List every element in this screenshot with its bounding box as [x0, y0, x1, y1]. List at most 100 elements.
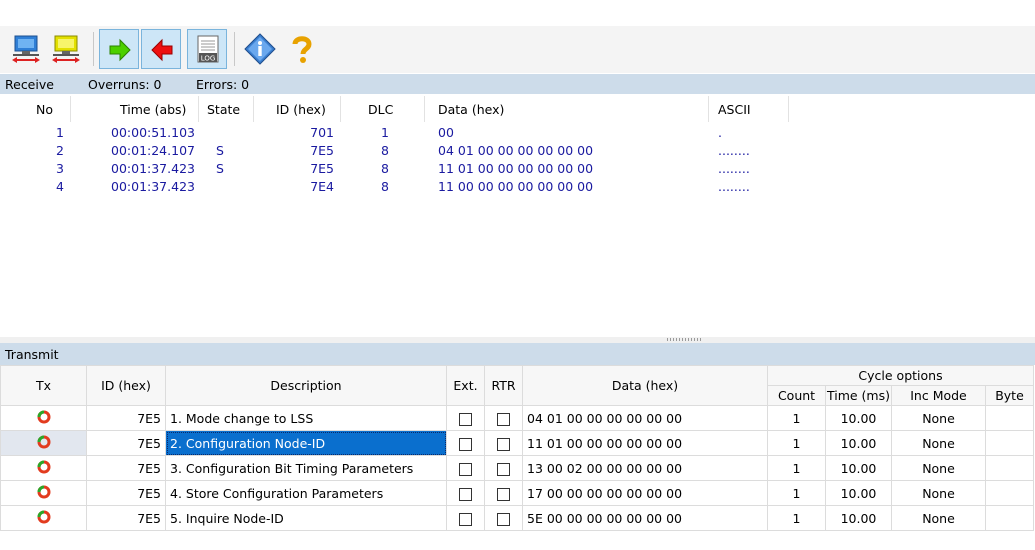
row-dlc: 8	[381, 143, 389, 158]
row-data: 11 01 00 00 00 00 00 00	[438, 161, 594, 176]
tx-cell[interactable]	[0, 405, 87, 431]
receive-row[interactable]: 4 00:01:37.423 7E4 8 11 00 00 00 00 00 0…	[0, 178, 1035, 196]
column-ext[interactable]: Ext.	[446, 365, 485, 406]
row-ascii: ........	[718, 143, 750, 158]
rtr-cell	[484, 430, 523, 456]
transmit-bar: Transmit	[0, 343, 1035, 365]
info-button[interactable]	[240, 29, 280, 69]
splitter-grip[interactable]	[667, 338, 702, 341]
start-send-button[interactable]	[99, 29, 139, 69]
column-byte[interactable]: Byte	[985, 385, 1034, 406]
tx-cell[interactable]	[0, 505, 87, 531]
column-dlc[interactable]: DLC	[368, 102, 393, 117]
receive-row[interactable]: 2 00:01:24.107 S 7E5 8 04 01 00 00 00 00…	[0, 142, 1035, 160]
row-description[interactable]: 2. Configuration Node-ID	[165, 430, 447, 456]
row-count[interactable]: 1	[767, 480, 826, 506]
row-byte[interactable]	[985, 505, 1034, 531]
row-count[interactable]: 1	[767, 505, 826, 531]
row-inc-mode[interactable]: None	[891, 405, 986, 431]
ext-checkbox[interactable]	[459, 487, 472, 501]
row-byte[interactable]	[985, 455, 1034, 481]
ext-cell	[446, 405, 485, 431]
receive-row[interactable]: 1 00:00:51.103 701 1 00 .	[0, 124, 1035, 142]
row-id: 7E5	[86, 505, 166, 531]
column-count[interactable]: Count	[767, 385, 826, 406]
row-count[interactable]: 1	[767, 405, 826, 431]
row-byte[interactable]	[985, 405, 1034, 431]
log-button[interactable]: LOG	[187, 29, 227, 69]
row-inc-mode[interactable]: None	[891, 455, 986, 481]
rtr-checkbox[interactable]	[497, 487, 510, 501]
column-id[interactable]: ID (hex)	[276, 102, 326, 117]
column-time[interactable]: Time (abs)	[120, 102, 186, 117]
tx-cell[interactable]	[0, 480, 87, 506]
row-description[interactable]: 1. Mode change to LSS	[165, 405, 447, 431]
row-byte[interactable]	[985, 430, 1034, 456]
column-time[interactable]: Time (ms)	[825, 385, 892, 406]
column-description[interactable]: Description	[165, 365, 447, 406]
ext-cell	[446, 505, 485, 531]
stop-button[interactable]	[141, 29, 181, 69]
row-count[interactable]: 1	[767, 455, 826, 481]
rtr-cell	[484, 480, 523, 506]
transmit-row[interactable]: 7E5 3. Configuration Bit Timing Paramete…	[0, 455, 1034, 481]
row-no: 1	[56, 125, 64, 140]
send-cycle-icon	[37, 435, 50, 448]
row-state: S	[216, 161, 224, 176]
transmit-row[interactable]: 7E5 1. Mode change to LSS 04 01 00 00 00…	[0, 405, 1034, 431]
tx-cell[interactable]	[0, 430, 87, 456]
column-no[interactable]: No	[36, 102, 53, 117]
row-inc-mode[interactable]: None	[891, 505, 986, 531]
toolbar: LOG	[0, 26, 1035, 73]
row-data[interactable]: 17 00 00 00 00 00 00 00	[522, 480, 768, 506]
tx-cell[interactable]	[0, 455, 87, 481]
column-tx[interactable]: Tx	[0, 365, 87, 406]
ext-checkbox[interactable]	[459, 412, 472, 426]
row-description[interactable]: 3. Configuration Bit Timing Parameters	[165, 455, 447, 481]
row-data[interactable]: 5E 00 00 00 00 00 00 00	[522, 505, 768, 531]
log-icon-label: LOG	[201, 55, 216, 63]
column-id[interactable]: ID (hex)	[86, 365, 166, 406]
rtr-checkbox[interactable]	[497, 437, 510, 451]
transmit-row[interactable]: 7E5 4. Store Configuration Parameters 17…	[0, 480, 1034, 506]
row-description[interactable]: 5. Inquire Node-ID	[165, 505, 447, 531]
column-data[interactable]: Data (hex)	[522, 365, 768, 406]
row-time: 00:01:37.423	[111, 161, 195, 176]
ext-checkbox[interactable]	[459, 512, 472, 526]
rtr-checkbox[interactable]	[497, 462, 510, 476]
ext-checkbox[interactable]	[459, 462, 472, 476]
transmit-row[interactable]: 7E5 5. Inquire Node-ID 5E 00 00 00 00 00…	[0, 505, 1034, 531]
column-inc-mode[interactable]: Inc Mode	[891, 385, 986, 406]
rtr-checkbox[interactable]	[497, 412, 510, 426]
row-no: 2	[56, 143, 64, 158]
receive-row[interactable]: 3 00:01:37.423 S 7E5 8 11 01 00 00 00 00…	[0, 160, 1035, 178]
column-rtr[interactable]: RTR	[484, 365, 523, 406]
receive-label: Receive	[5, 77, 54, 92]
column-ascii[interactable]: ASCII	[718, 102, 751, 117]
row-time[interactable]: 10.00	[825, 405, 892, 431]
disconnect-network-button[interactable]	[46, 29, 86, 69]
toolbar-separator	[93, 32, 94, 66]
column-state[interactable]: State	[207, 102, 240, 117]
row-count[interactable]: 1	[767, 430, 826, 456]
row-time[interactable]: 10.00	[825, 455, 892, 481]
row-byte[interactable]	[985, 480, 1034, 506]
row-data: 11 00 00 00 00 00 00 00	[438, 179, 594, 194]
help-button[interactable]	[282, 29, 322, 69]
column-data[interactable]: Data (hex)	[438, 102, 504, 117]
receive-status-bar: Receive Overruns: 0 Errors: 0	[0, 74, 1035, 94]
ext-checkbox[interactable]	[459, 437, 472, 451]
row-time[interactable]: 10.00	[825, 505, 892, 531]
row-time[interactable]: 10.00	[825, 480, 892, 506]
row-data[interactable]: 13 00 02 00 00 00 00 00	[522, 455, 768, 481]
row-data[interactable]: 11 01 00 00 00 00 00 00	[522, 430, 768, 456]
row-inc-mode[interactable]: None	[891, 480, 986, 506]
row-time[interactable]: 10.00	[825, 430, 892, 456]
row-id: 7E5	[310, 143, 334, 158]
row-data[interactable]: 04 01 00 00 00 00 00 00	[522, 405, 768, 431]
connect-network-button[interactable]	[6, 29, 46, 69]
row-description[interactable]: 4. Store Configuration Parameters	[165, 480, 447, 506]
row-inc-mode[interactable]: None	[891, 430, 986, 456]
rtr-checkbox[interactable]	[497, 512, 510, 526]
transmit-row-selected[interactable]: 7E5 2. Configuration Node-ID 11 01 00 00…	[0, 430, 1034, 456]
